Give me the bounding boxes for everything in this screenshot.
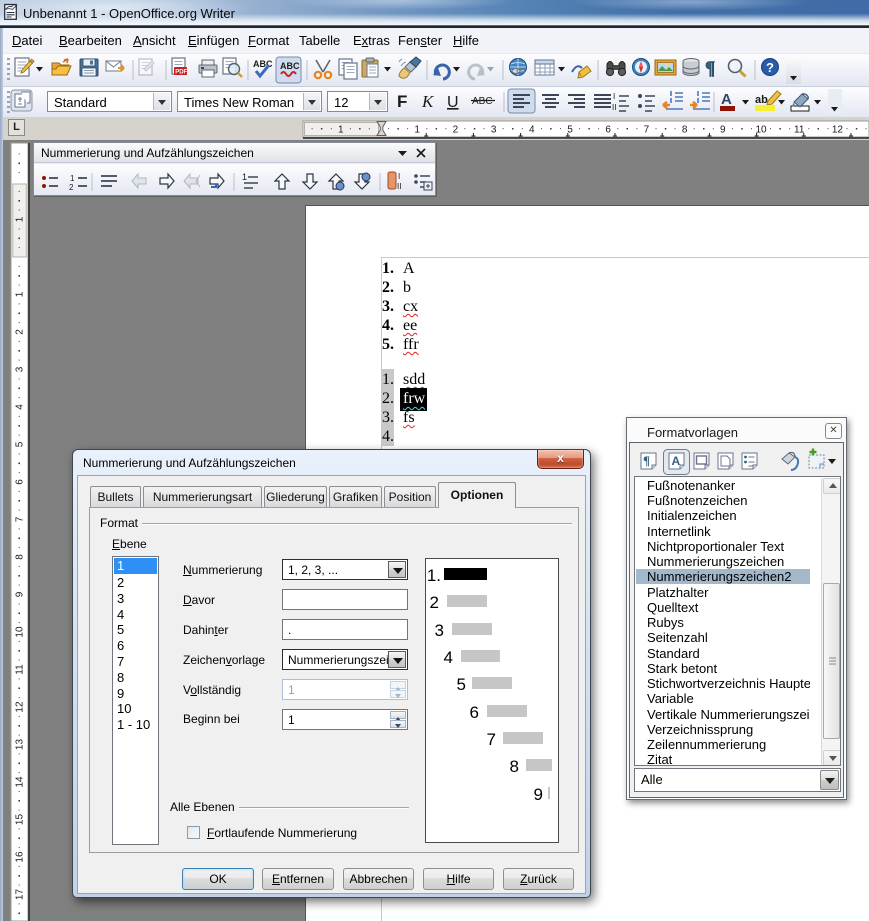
svg-text:ABC: ABC: [472, 96, 493, 107]
svg-text:I: I: [398, 172, 400, 181]
svg-text:10: 10: [15, 626, 26, 638]
svg-text:A: A: [672, 454, 681, 468]
svg-text:7: 7: [15, 516, 26, 522]
svg-text:5: 5: [567, 125, 573, 136]
svg-text:6: 6: [605, 125, 611, 136]
svg-text:14: 14: [15, 776, 26, 788]
svg-text:12: 12: [15, 701, 26, 713]
svg-text:II: II: [612, 103, 616, 112]
svg-text:¶: ¶: [643, 453, 650, 468]
svg-text:K: K: [421, 92, 435, 111]
svg-text:16: 16: [15, 851, 26, 863]
svg-text:9: 9: [720, 125, 726, 136]
svg-text:I: I: [613, 92, 615, 101]
svg-text:6: 6: [15, 479, 26, 485]
svg-text:3: 3: [491, 125, 497, 136]
svg-text:1: 1: [242, 172, 247, 182]
svg-text:15: 15: [15, 814, 26, 826]
svg-text:2: 2: [69, 183, 74, 192]
svg-text:ABC: ABC: [253, 59, 273, 69]
svg-text:ABC: ABC: [280, 61, 300, 71]
svg-text:5: 5: [15, 441, 26, 447]
svg-text:1: 1: [414, 125, 420, 136]
svg-text:10: 10: [755, 125, 767, 136]
svg-text:U: U: [447, 94, 459, 111]
svg-text:17: 17: [15, 889, 26, 901]
svg-text:9: 9: [15, 591, 26, 597]
svg-text:12: 12: [832, 125, 844, 136]
svg-text:1: 1: [15, 216, 26, 222]
svg-text:8: 8: [682, 125, 688, 136]
svg-text:4: 4: [15, 404, 26, 410]
svg-text:8: 8: [15, 554, 26, 560]
svg-text:7: 7: [644, 125, 650, 136]
svg-text:11: 11: [794, 125, 805, 136]
svg-text:?: ?: [766, 60, 774, 75]
svg-text:1: 1: [70, 174, 75, 183]
svg-text:II: II: [397, 182, 401, 191]
svg-text:1: 1: [338, 125, 344, 136]
svg-text:PDF: PDF: [175, 70, 187, 76]
svg-text:1: 1: [15, 291, 26, 297]
svg-text:ab: ab: [755, 94, 768, 106]
svg-text:3: 3: [15, 366, 26, 372]
svg-text:2: 2: [15, 329, 26, 335]
svg-text:¶: ¶: [705, 58, 715, 79]
svg-text:11: 11: [15, 664, 26, 675]
svg-text:F: F: [397, 92, 407, 111]
svg-text:A: A: [721, 91, 732, 108]
svg-text:4: 4: [529, 125, 535, 136]
svg-text:2: 2: [453, 125, 459, 136]
svg-text:13: 13: [15, 739, 26, 751]
